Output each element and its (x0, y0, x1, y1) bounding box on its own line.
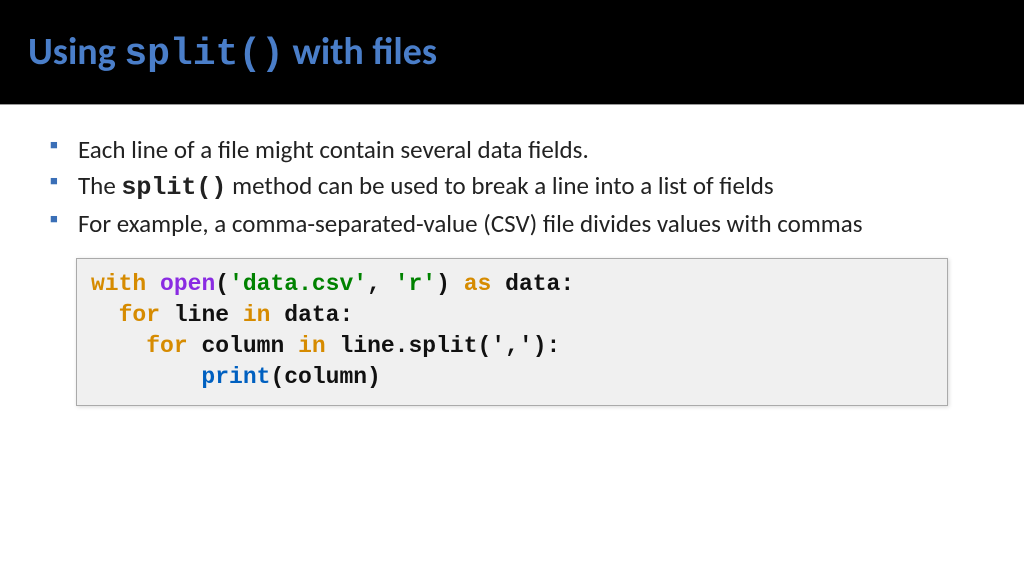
title-pre: Using (28, 29, 124, 75)
kw-for: for (119, 302, 160, 328)
title-post: with files (284, 29, 437, 75)
kw-with: with (91, 271, 146, 297)
indent (91, 333, 146, 359)
kw-for: for (146, 333, 187, 359)
indent (91, 364, 201, 390)
bullet-text-pre: The (78, 170, 121, 201)
kw-as: as (464, 271, 492, 297)
bullet-code: split() (121, 173, 226, 202)
paren: ) (436, 271, 464, 297)
title-code: split() (124, 33, 284, 76)
bullet-text: For example, a comma-separated-value (CS… (78, 208, 863, 239)
slide-title: Using split() with files (28, 29, 437, 76)
kw-in: in (298, 333, 326, 359)
str-file: 'data.csv' (229, 271, 367, 297)
fn-open: open (160, 271, 215, 297)
bullet-item: For example, a comma-separated-value (CS… (50, 207, 984, 241)
fn-print: print (201, 364, 270, 390)
slide-body: Each line of a file might contain severa… (0, 105, 1024, 416)
comma: , (367, 271, 395, 297)
bullet-item: The split() method can be used to break … (50, 169, 984, 205)
code-rest: line.split(',') (326, 333, 547, 359)
paren: ( (215, 271, 229, 297)
code-rest: data: (270, 302, 353, 328)
str-mode: 'r' (395, 271, 436, 297)
bullet-text-post: method can be used to break a line into … (226, 170, 773, 201)
indent (91, 302, 119, 328)
colon: : (547, 333, 561, 359)
bullet-list: Each line of a file might contain severa… (40, 133, 984, 240)
bullet-item: Each line of a file might contain severa… (50, 133, 984, 167)
slide-header: Using split() with files (0, 0, 1024, 105)
bullet-text: Each line of a file might contain severa… (78, 134, 589, 165)
kw-in: in (243, 302, 271, 328)
code-mid: line (160, 302, 243, 328)
code-rest: (column) (270, 364, 380, 390)
code-rest: data: (491, 271, 574, 297)
code-mid: column (188, 333, 298, 359)
code-block: with open('data.csv', 'r') as data: for … (76, 258, 948, 406)
